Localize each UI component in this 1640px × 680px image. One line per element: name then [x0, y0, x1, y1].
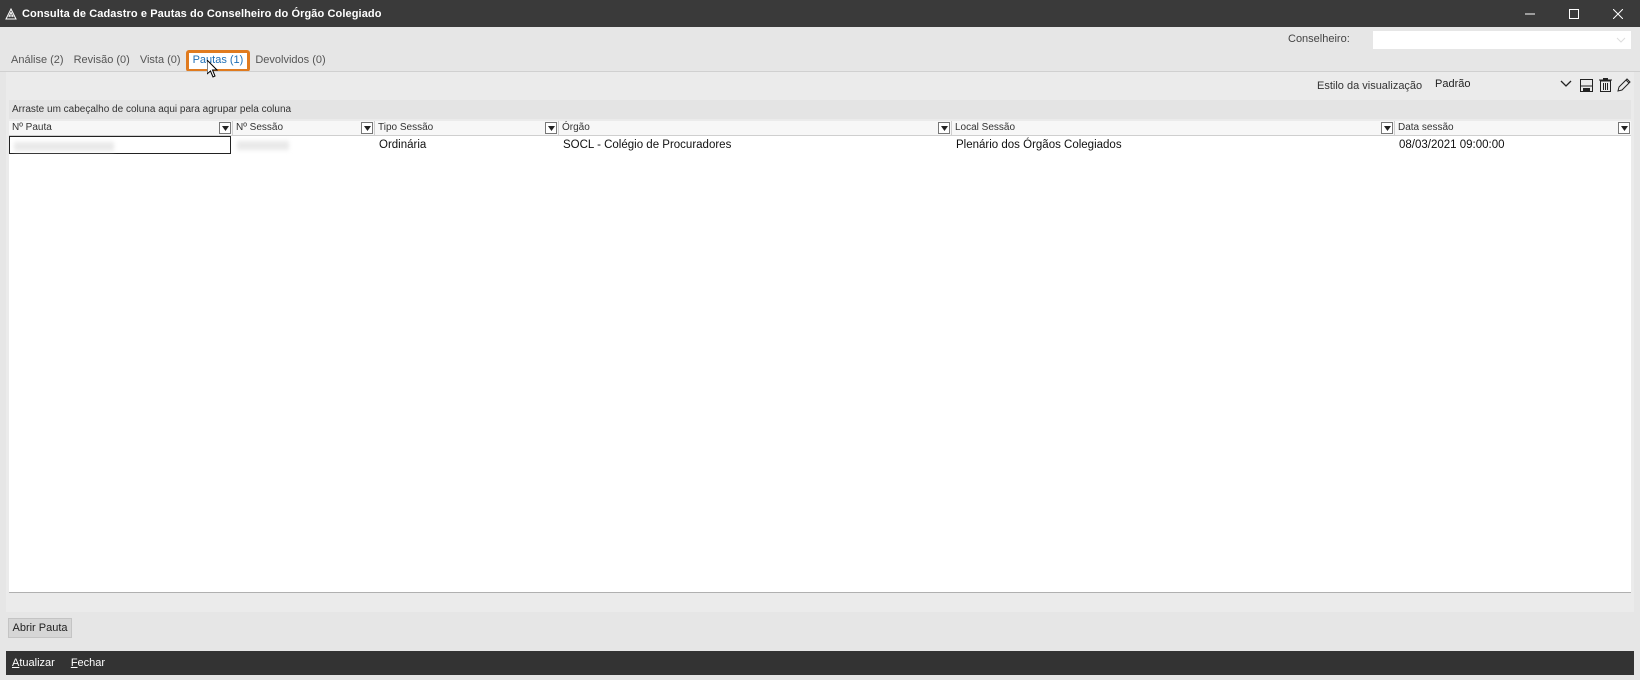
cell-orgao[interactable]: SOCL - Colégio de Procuradores [559, 136, 952, 154]
view-style-value: Padrão [1435, 78, 1471, 90]
redacted-value [14, 142, 114, 151]
tab-revisao[interactable]: Revisão (0) [69, 51, 135, 71]
column-header-tipo-sessao[interactable]: Tipo Sessão [375, 121, 559, 136]
edit-pencil-icon[interactable] [1616, 77, 1632, 93]
column-header-data-sessao[interactable]: Data sessão [1395, 121, 1631, 136]
tab-devolvidos[interactable]: Devolvidos (0) [250, 51, 330, 71]
cell-n-sessao-redacted[interactable] [233, 136, 375, 154]
column-header-n-sessao[interactable]: Nº Sessão [233, 121, 375, 136]
maximize-icon [1569, 8, 1579, 19]
view-style-select[interactable]: Padrão [1431, 75, 1576, 95]
cell-data-sessao[interactable]: 08/03/2021 09:00:00 [1395, 136, 1631, 154]
redacted-value [237, 141, 289, 150]
save-layout-icon[interactable] [1578, 77, 1594, 93]
cell-local-sessao[interactable]: Plenário dos Órgãos Colegiados [952, 136, 1395, 154]
column-label: Nº Sessão [236, 122, 284, 133]
column-label: Local Sessão [955, 122, 1016, 133]
filter-dropdown-icon[interactable] [1618, 122, 1630, 134]
view-style-label: Estilo da visualização [1317, 80, 1423, 92]
grid-header: Nº Pauta Nº Sessão Tipo Sessão Órgão Loc… [9, 121, 1631, 136]
minimize-icon [1525, 13, 1535, 14]
filter-dropdown-icon[interactable] [545, 122, 557, 134]
close-icon [1613, 8, 1623, 19]
column-header-n-pauta[interactable]: Nº Pauta [9, 121, 233, 136]
chevron-down-icon [1560, 77, 1572, 92]
minimize-button[interactable] [1508, 0, 1552, 27]
fechar-mnemonic: F [70, 657, 78, 669]
window-title: Consulta de Cadastro e Pautas do Conselh… [22, 7, 382, 20]
abrir-pauta-button[interactable]: Abrir Pauta [8, 618, 72, 638]
column-label: Nº Pauta [12, 122, 52, 133]
column-label: Data sessão [1398, 122, 1454, 133]
filter-dropdown-icon[interactable] [219, 122, 231, 134]
filter-dropdown-icon[interactable] [361, 122, 373, 134]
filter-dropdown-icon[interactable] [1381, 122, 1393, 134]
bottom-action-bar: Atualizar Fechar [6, 651, 1634, 675]
pautas-grid: Nº Pauta Nº Sessão Tipo Sessão Órgão Loc… [9, 121, 1631, 593]
column-label: Órgão [562, 122, 590, 133]
window-controls [1508, 0, 1640, 27]
conselheiro-select[interactable] [1373, 31, 1631, 49]
close-button[interactable] [1596, 0, 1640, 27]
maximize-button[interactable] [1552, 0, 1596, 27]
mouse-cursor-icon [206, 58, 219, 81]
tab-vista[interactable]: Vista (0) [135, 51, 186, 71]
chevron-down-icon [1616, 34, 1626, 48]
tab-analise[interactable]: Análise (2) [6, 51, 69, 71]
tab-bar: Análise (2) Revisão (0) Vista (0) Pautas… [6, 50, 331, 72]
fechar-button[interactable]: Fechar [71, 657, 105, 669]
cell-n-pauta-redacted[interactable] [9, 136, 231, 154]
group-by-area[interactable]: Arraste um cabeçalho de coluna aqui para… [9, 100, 1631, 119]
column-label: Tipo Sessão [378, 122, 434, 133]
column-header-local-sessao[interactable]: Local Sessão [952, 121, 1395, 136]
horizontal-scrollbar[interactable] [9, 595, 1631, 607]
app-logo-icon [0, 7, 22, 20]
filter-dropdown-icon[interactable] [938, 122, 950, 134]
pautas-panel: Estilo da visualização Padrão Arraste um… [6, 72, 1634, 612]
column-header-orgao[interactable]: Órgão [559, 121, 952, 136]
atualizar-label: tualizar [19, 657, 55, 669]
atualizar-button[interactable]: Atualizar [12, 657, 55, 669]
delete-layout-icon[interactable] [1597, 77, 1613, 93]
window: Consulta de Cadastro e Pautas do Conselh… [0, 0, 1640, 680]
conselheiro-label: Conselheiro: [1288, 33, 1350, 45]
table-row[interactable]: Ordinária SOCL - Colégio de Procuradores… [9, 136, 1631, 154]
title-bar: Consulta de Cadastro e Pautas do Conselh… [0, 0, 1640, 27]
fechar-label: echar [77, 657, 106, 669]
cell-tipo-sessao[interactable]: Ordinária [375, 136, 559, 154]
